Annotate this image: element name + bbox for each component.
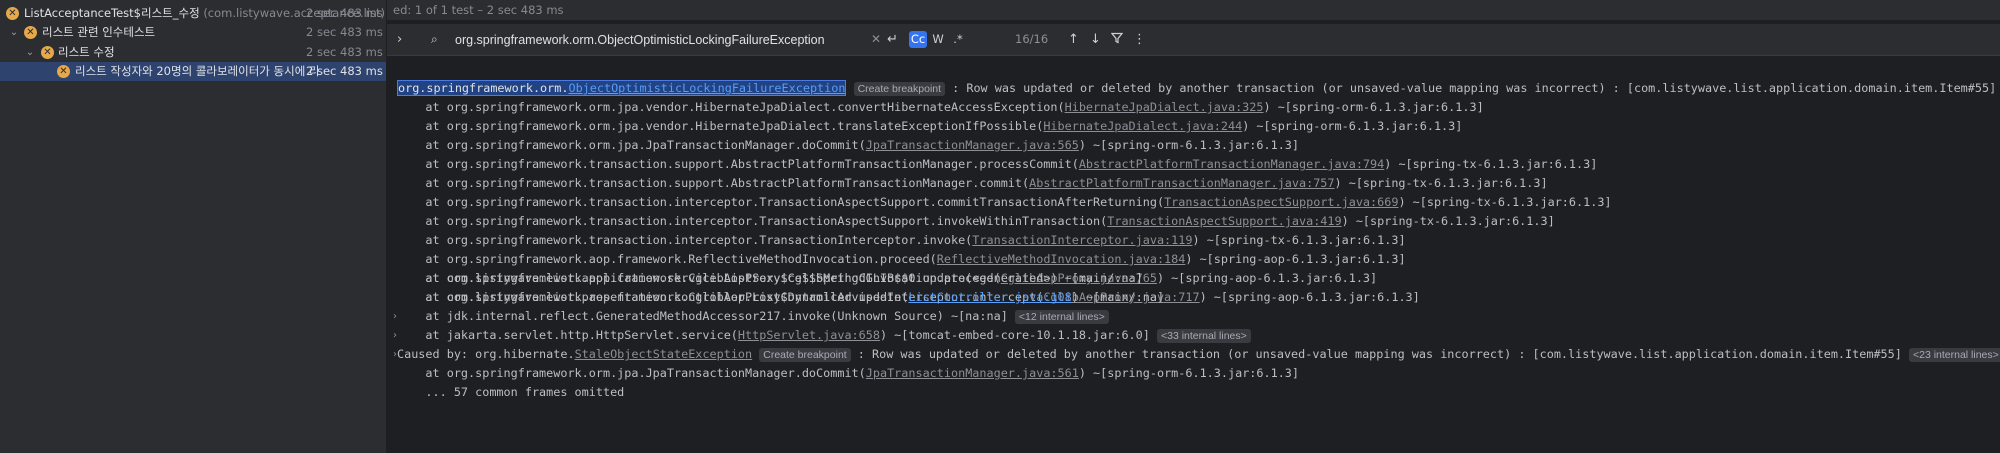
exception-class-link[interactable]: StaleObjectStateException	[575, 347, 753, 361]
clear-search-icon[interactable]: ✕	[871, 24, 881, 55]
arrow-up-icon[interactable]: ↑	[1068, 24, 1079, 55]
source-link[interactable]: HibernateJpaDialect.java:325	[1065, 100, 1264, 114]
source-link[interactable]: TransactionInterceptor.java:119	[972, 233, 1192, 247]
source-link[interactable]: AbstractPlatformTransactionManager.java:…	[1079, 157, 1384, 171]
stack-frame-line: at org.springframework.orm.jpa.vendor.Hi…	[397, 119, 1463, 133]
tree-test-name: 리스트 작성자와 20명의 콜라보레이터가 동시에 리	[75, 64, 320, 78]
stack-frame-line: at org.springframework.transaction.inter…	[397, 195, 1612, 209]
tree-root-duration: 2 sec 483 ms	[306, 6, 383, 20]
tree-root-row[interactable]: ✕ ListAcceptanceTest$리스트_수정 (com.listywa…	[0, 4, 386, 23]
test-status-text: ed: 1 of 1 test – 2 sec 483 ms	[393, 3, 564, 17]
stack-frame-line: at org.springframework.orm.jpa.vendor.Hi…	[397, 100, 1484, 114]
regex-toggle[interactable]: .*	[949, 31, 967, 48]
source-link[interactable]: AbstractPlatformTransactionManager.java:…	[1029, 176, 1334, 190]
stack-frame-line: at jakarta.servlet.http.HttpServlet.serv…	[397, 326, 1251, 345]
tree-group-name: 리스트 관련 인수테스트	[42, 25, 156, 39]
frames-omitted-line: ... 57 common frames omitted	[397, 385, 625, 399]
internal-lines-button[interactable]: <23 internal lines>	[1908, 348, 2000, 362]
stack-frame-line: at org.springframework.transaction.suppo…	[397, 157, 1598, 171]
console-output: org.springframework.orm.ObjectOptimistic…	[387, 57, 2000, 453]
match-count: 16/16	[1015, 32, 1049, 46]
tree-subgroup-name: 리스트 수정	[58, 45, 115, 59]
create-breakpoint-button[interactable]: Create breakpoint	[853, 82, 946, 96]
new-line-icon[interactable]: ↵	[887, 24, 898, 55]
source-link[interactable]: HttpServlet.java:658	[738, 328, 880, 342]
stack-frame-line: at com.listywave.list.application.servic…	[397, 271, 1143, 285]
tree-test-duration: 2 sec 483 ms	[306, 64, 383, 78]
stack-frame-line: at org.springframework.transaction.inter…	[397, 233, 1406, 247]
stack-frame-line: at org.springframework.aop.framework.Ref…	[397, 252, 1406, 266]
caused-by-line: Caused by: org.hibernate.StaleObjectStat…	[397, 345, 2000, 364]
stack-frame-line: at org.springframework.orm.jpa.JpaTransa…	[397, 138, 1300, 152]
test-status-bar: ed: 1 of 1 test – 2 sec 483 ms	[387, 0, 2000, 20]
search-input[interactable]	[455, 30, 855, 49]
more-options-icon[interactable]: ⋮	[1133, 24, 1146, 55]
source-link[interactable]: TransactionAspectSupport.java:419	[1107, 214, 1341, 228]
search-bar: › ⌕ ✕ ↵ Cc W .* 16/16 ↑ ↓ ⋮	[387, 24, 2000, 56]
create-breakpoint-button[interactable]: Create breakpoint	[759, 348, 851, 362]
tree-root-name: ListAcceptanceTest$리스트_수정	[24, 6, 200, 20]
warning-icon: ✕	[57, 65, 70, 78]
search-icon[interactable]: ⌕	[431, 24, 438, 55]
stack-frame-line: at jdk.internal.reflect.GeneratedMethodA…	[397, 307, 1109, 326]
internal-lines-button[interactable]: <12 internal lines>	[1014, 310, 1109, 324]
tree-group-row[interactable]: ⌄ ✕ 리스트 관련 인수테스트 2 sec 483 ms	[0, 23, 386, 42]
stack-frame-line: at com.listywave.list.presentation.contr…	[397, 290, 1165, 304]
stack-frame-line: at org.springframework.transaction.inter…	[397, 214, 1555, 228]
exception-line: org.springframework.orm.ObjectOptimistic…	[397, 80, 1997, 96]
chevron-down-icon[interactable]: ⌄	[8, 23, 20, 42]
source-link[interactable]: JpaTransactionManager.java:565	[866, 138, 1079, 152]
stack-frame-line: at org.springframework.transaction.suppo…	[397, 176, 1548, 190]
warning-icon: ✕	[6, 7, 19, 20]
tree-test-row[interactable]: ✕ 리스트 작성자와 20명의 콜라보레이터가 동시에 리 2 sec 483 …	[0, 62, 386, 81]
source-link[interactable]: ListController.java:108	[908, 290, 1071, 304]
warning-icon: ✕	[41, 46, 54, 59]
whole-words-toggle[interactable]: W	[929, 31, 947, 48]
chevron-right-icon[interactable]: ›	[397, 24, 402, 55]
tree-subgroup-duration: 2 sec 483 ms	[306, 45, 383, 59]
source-link[interactable]: TransactionAspectSupport.java:669	[1164, 195, 1398, 209]
match-case-toggle[interactable]: Cc	[909, 31, 927, 48]
source-link[interactable]: JpaTransactionManager.java:561	[866, 366, 1079, 380]
stack-frame-line: at org.springframework.orm.jpa.JpaTransa…	[397, 366, 1300, 380]
warning-icon: ✕	[24, 26, 37, 39]
filter-icon[interactable]	[1110, 24, 1124, 55]
exception-class-link[interactable]: ObjectOptimisticLockingFailureException	[568, 81, 845, 95]
tree-subgroup-row[interactable]: ⌄ ✕ 리스트 수정 2 sec 483 ms	[0, 43, 386, 62]
test-tree: ✕ ListAcceptanceTest$리스트_수정 (com.listywa…	[0, 0, 387, 453]
internal-lines-button[interactable]: <33 internal lines>	[1156, 329, 1251, 343]
search-highlight: org.springframework.orm.ObjectOptimistic…	[397, 80, 847, 96]
chevron-down-icon[interactable]: ⌄	[24, 43, 36, 62]
arrow-down-icon[interactable]: ↓	[1090, 24, 1101, 55]
tree-group-duration: 2 sec 483 ms	[306, 25, 383, 39]
source-link[interactable]: HibernateJpaDialect.java:244	[1043, 119, 1242, 133]
source-link[interactable]: ReflectiveMethodInvocation.java:184	[937, 252, 1186, 266]
